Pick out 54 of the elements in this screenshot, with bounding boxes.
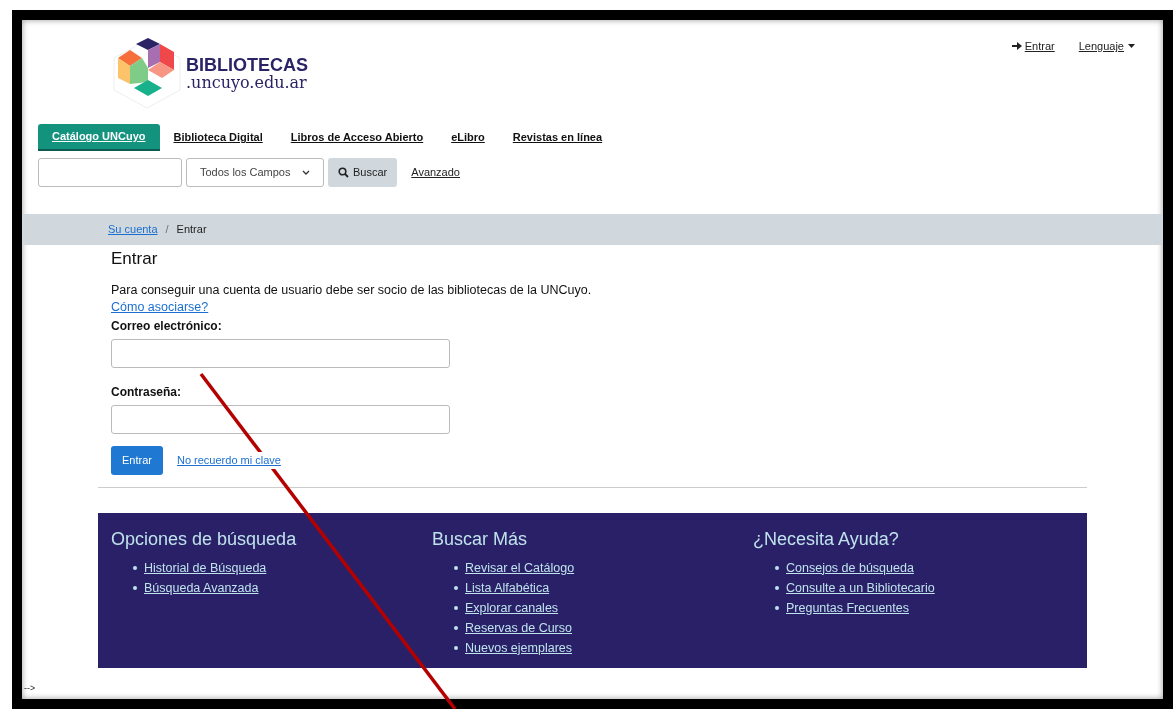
logo-title: BIBLIOTECAS — [186, 56, 308, 74]
footer-heading: Opciones de búsqueda — [111, 528, 298, 551]
sign-in-icon — [1011, 41, 1023, 52]
scope-select[interactable]: Todos los Campos — [186, 158, 324, 187]
membership-link[interactable]: Cómo asociarse? — [111, 299, 209, 316]
footer-link[interactable]: Consejos de búsqueda — [786, 558, 914, 578]
footer-link[interactable]: Búsqueda Avanzada — [144, 578, 259, 598]
footer-link[interactable]: Preguntas Frecuentes — [786, 598, 909, 618]
footer-link[interactable]: Explorar canales — [465, 598, 559, 618]
bullet-icon — [775, 606, 779, 610]
bullet-icon — [775, 586, 779, 590]
nav-tab[interactable]: Biblioteca Digital — [159, 124, 277, 151]
intro-text: Para conseguir una cuenta de usuario debe ser socio de las bibliotecas de la UNCuyo. — [111, 282, 593, 299]
nav-tab[interactable]: eLibro — [437, 124, 499, 151]
search-field[interactable] — [38, 158, 182, 187]
footer-link[interactable]: Reservas de Curso — [465, 618, 572, 638]
language-menu[interactable]: Lenguaje — [1078, 38, 1135, 55]
caret-icon — [1128, 44, 1135, 49]
password-label: Contraseña: — [111, 384, 182, 400]
bullet-icon — [775, 566, 779, 570]
bullet-icon — [454, 626, 458, 630]
page-title: Entrar — [111, 248, 159, 270]
footer-link[interactable]: Nuevos ejemplares — [465, 638, 572, 658]
footer-link[interactable]: Consulte a un Bibliotecario — [786, 578, 935, 598]
login-button[interactable]: Entrar — [111, 446, 163, 475]
forgot-password-link[interactable]: No recuerdo mi clave — [176, 452, 281, 469]
bullet-icon — [454, 566, 458, 570]
logo-subtitle: .uncuyo.edu.ar — [186, 74, 308, 92]
password-field[interactable] — [111, 405, 450, 434]
nav-tab[interactable]: Revistas en línea — [498, 124, 617, 151]
footer-link[interactable]: Revisar el Catálogo — [465, 558, 575, 578]
breadcrumb-separator: / — [165, 222, 169, 238]
login-link[interactable]: Entrar — [1011, 38, 1055, 55]
breadcrumb-current: Entrar — [176, 222, 207, 238]
footer-heading: ¿Necesita Ayuda? — [753, 528, 900, 551]
breadcrumb-link[interactable]: Su cuenta — [108, 221, 158, 238]
email-label: Correo electrónico: — [111, 318, 223, 334]
stray-text: --> — [24, 681, 36, 695]
bullet-icon — [454, 586, 458, 590]
bullet-icon — [133, 586, 137, 590]
nav-tab[interactable]: Libros de Acceso Abierto — [276, 124, 438, 151]
footer-heading: Buscar Más — [432, 528, 529, 551]
footer-link[interactable]: Lista Alfabética — [465, 578, 550, 598]
search-icon — [338, 167, 349, 178]
search-button[interactable]: Buscar — [328, 158, 398, 187]
logo-icon — [112, 38, 182, 110]
footer-link[interactable]: Historial de Búsqueda — [144, 558, 267, 578]
bullet-icon — [133, 566, 137, 570]
nav-tab[interactable]: Catálogo UNCuyo — [38, 124, 160, 151]
email-field[interactable] — [111, 339, 450, 368]
bullet-icon — [454, 646, 458, 650]
chevron-icon — [302, 170, 310, 175]
advanced-search-link[interactable]: Avanzado — [411, 164, 460, 181]
bullet-icon — [454, 606, 458, 610]
